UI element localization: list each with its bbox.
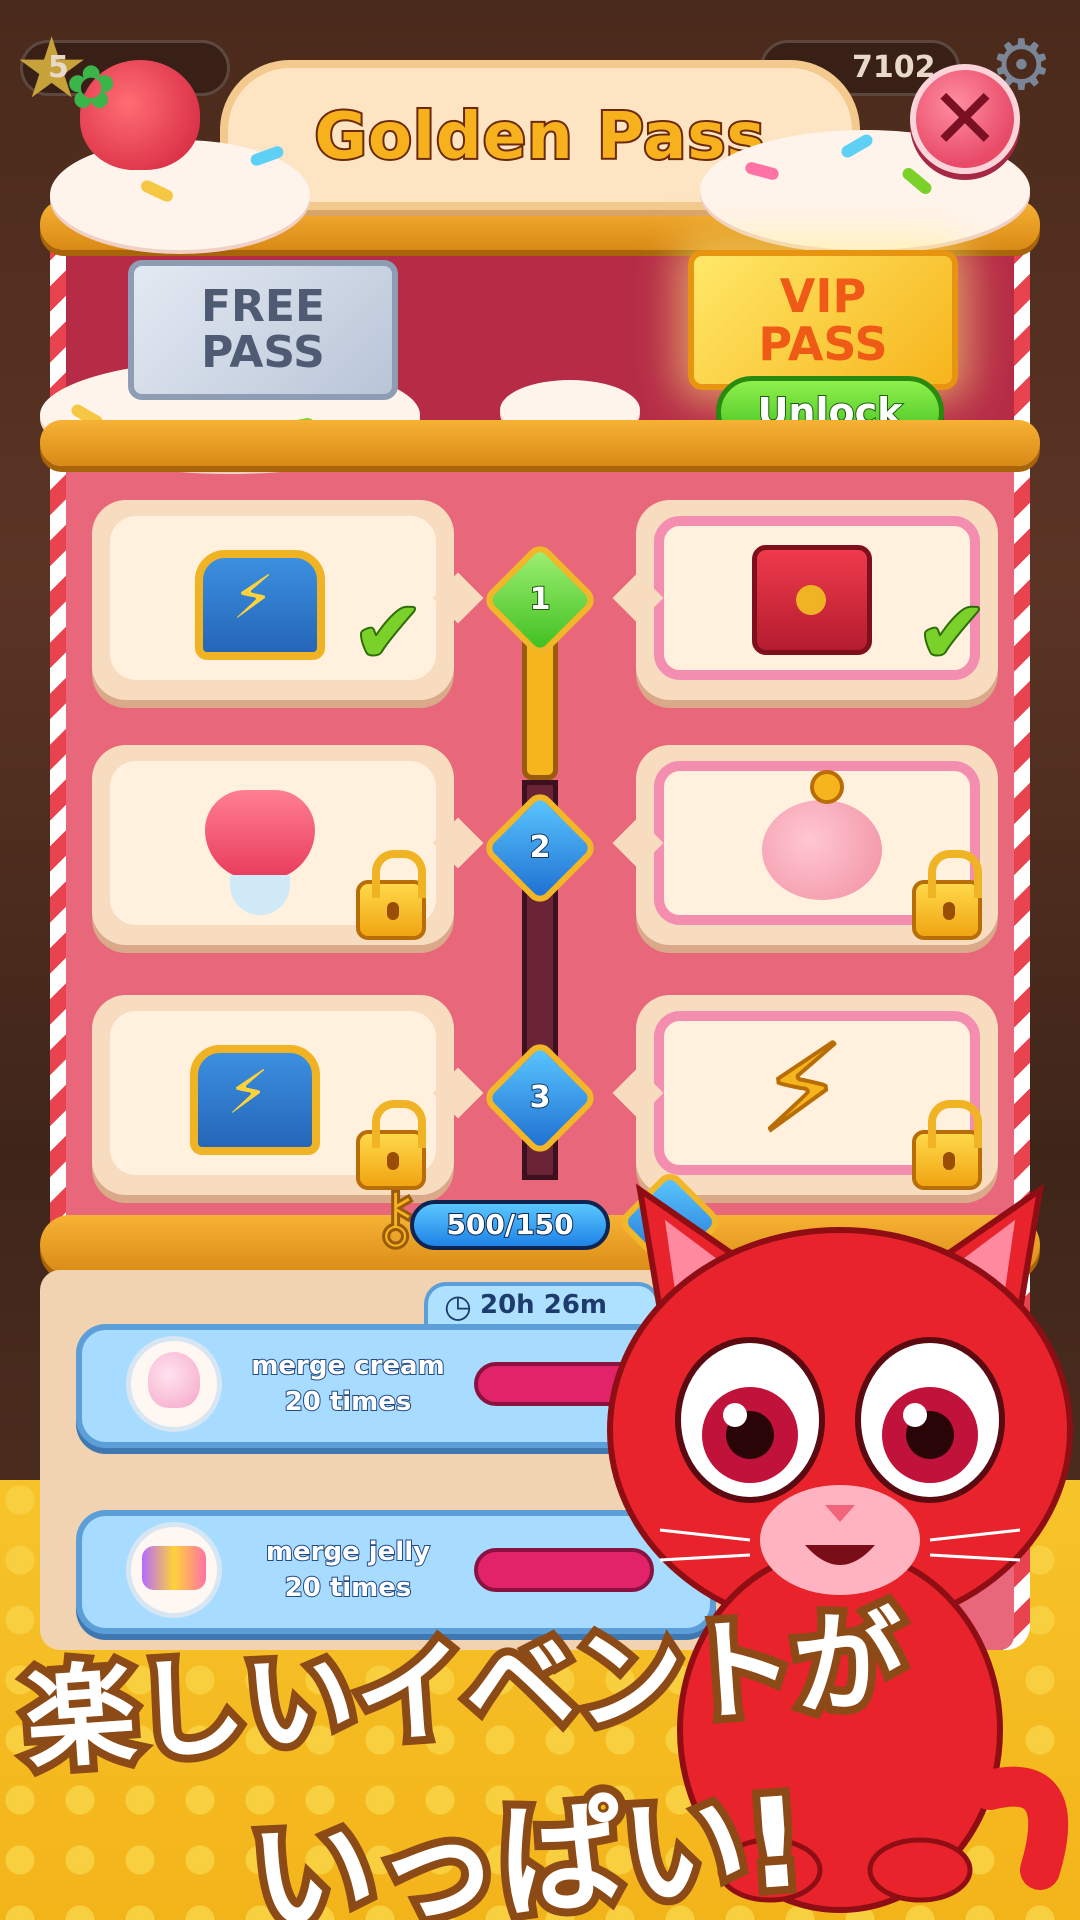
vip-pass-label-2: PASS bbox=[758, 317, 888, 371]
jelly-candy bbox=[142, 1546, 206, 1590]
level-number-3: 3 bbox=[529, 1079, 552, 1116]
gem-count: 7102 bbox=[852, 50, 936, 85]
locked-padlock-icon bbox=[912, 850, 982, 940]
task-subtitle: 20 times bbox=[284, 1572, 413, 1604]
free-pass-label-1: FREE bbox=[200, 280, 326, 332]
level-number-1: 1 bbox=[529, 581, 552, 618]
coin-icon bbox=[810, 770, 844, 804]
close-button[interactable]: ✕ bbox=[910, 64, 1020, 174]
piggy-bank-icon bbox=[762, 800, 882, 900]
vip-pass-label-1: VIP bbox=[779, 268, 867, 323]
free-pass-label-2: PASS bbox=[201, 327, 325, 378]
leaf-icon: ✿ bbox=[66, 53, 117, 123]
lightning-icon: ⚡ bbox=[758, 1020, 846, 1159]
locked-padlock-icon bbox=[356, 850, 426, 940]
clock-icon: ◷ bbox=[444, 1287, 472, 1325]
task-subtitle: 20 times bbox=[284, 1386, 413, 1418]
task-title: merge cream bbox=[250, 1350, 445, 1382]
free-pass-ticket: FREE PASS bbox=[128, 260, 398, 400]
close-icon: ✕ bbox=[929, 70, 1001, 168]
claimed-check-icon: ✔ bbox=[350, 583, 426, 683]
parfait-icon bbox=[205, 790, 315, 880]
vip-pass-ticket[interactable]: VIP PASS bbox=[688, 250, 958, 390]
task-title: merge jelly bbox=[265, 1536, 431, 1568]
caramel-shelf-middle bbox=[40, 420, 1040, 466]
claimed-check-icon: ✔ bbox=[914, 583, 990, 683]
pass-progress-text: 500/150 bbox=[445, 1207, 574, 1242]
level-number-2: 2 bbox=[529, 829, 552, 866]
cream-swirl bbox=[148, 1352, 200, 1408]
keyhole-icon bbox=[796, 585, 826, 615]
lightning-icon: ⚡ bbox=[227, 1058, 270, 1128]
lightning-icon: ⚡ bbox=[232, 563, 275, 633]
task-timer: 20h 26m bbox=[480, 1290, 608, 1320]
